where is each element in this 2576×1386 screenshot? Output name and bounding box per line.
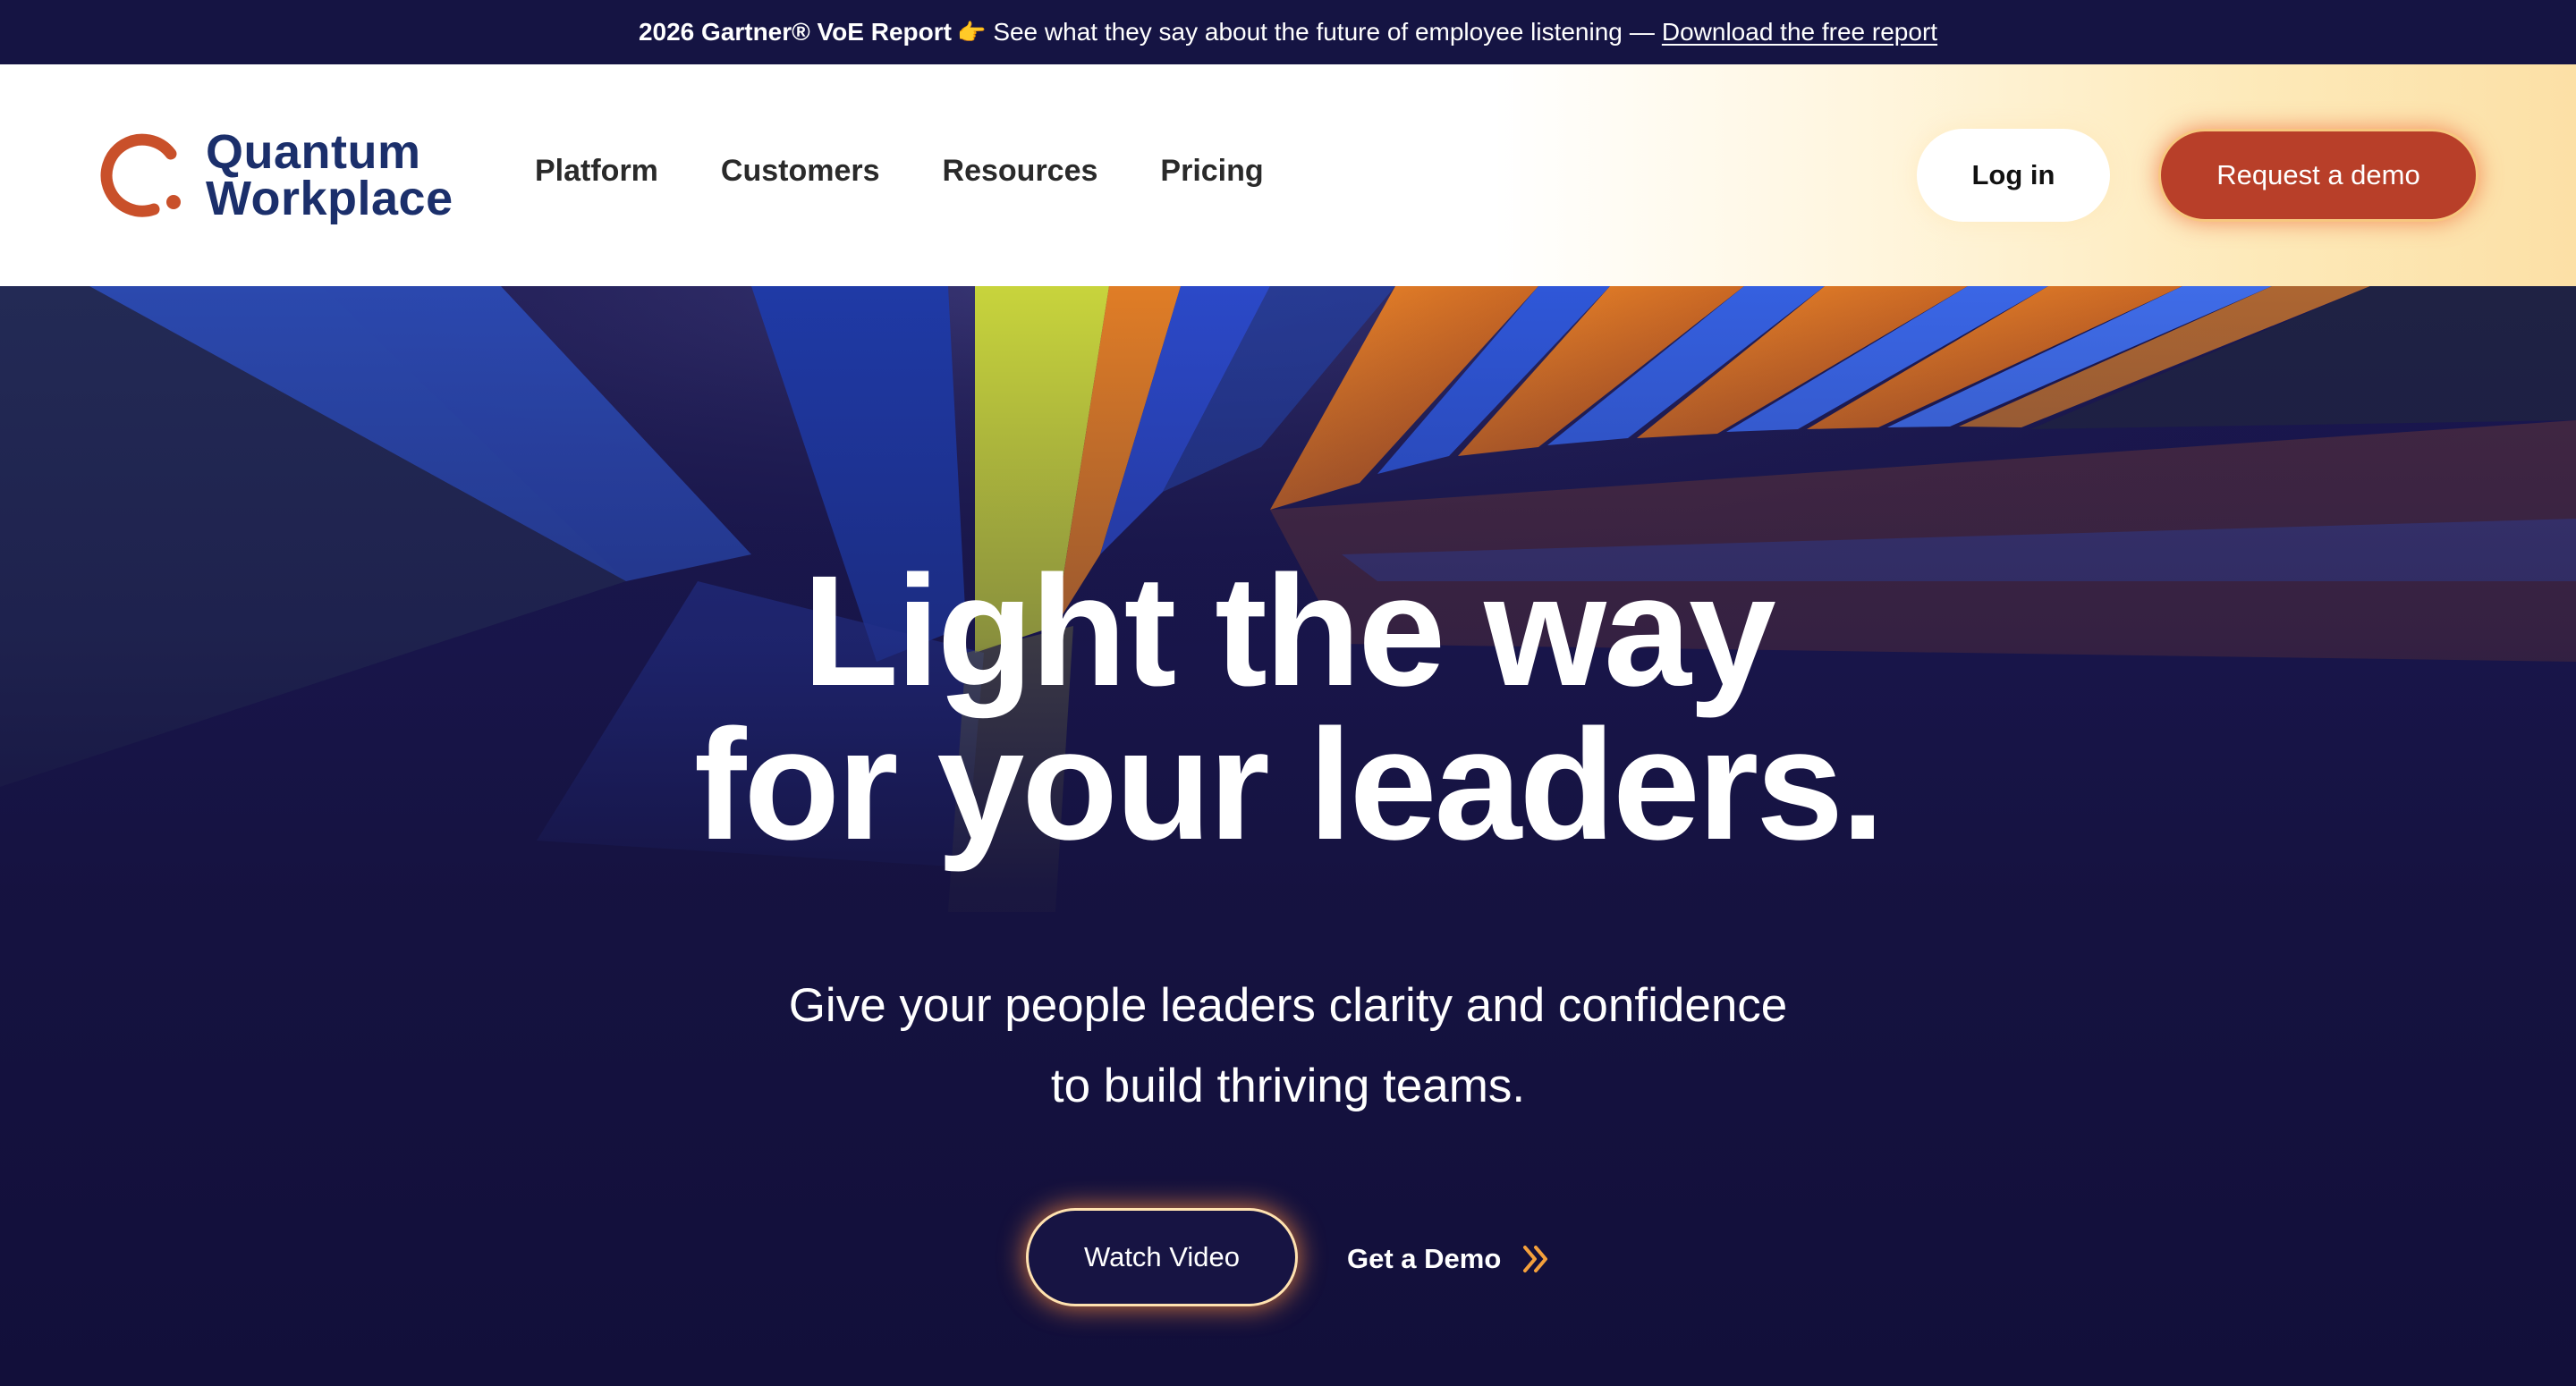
get-a-demo-label: Get a Demo xyxy=(1347,1243,1502,1274)
hero-sub-line1: Give your people leaders clarity and con… xyxy=(788,979,1788,1032)
announcement-text: See what they say about the future of em… xyxy=(993,18,1623,46)
nav-item-customers[interactable]: Customers xyxy=(721,154,880,189)
hero-headline: Light the way for your leaders. xyxy=(0,544,2576,873)
hero-subheadline: Give your people leaders clarity and con… xyxy=(0,966,2576,1127)
request-demo-button[interactable]: Request a demo xyxy=(2158,129,2479,222)
hero-section: Light the way for your leaders. Give you… xyxy=(0,286,2576,1386)
hero-headline-line2: for your leaders. xyxy=(693,697,1885,873)
hero-headline-line1: Light the way xyxy=(802,544,1776,719)
announcement-title: 2026 Gartner® VoE Report xyxy=(638,18,952,46)
download-report-link[interactable]: Download the free report xyxy=(1662,18,1937,46)
nav-item-resources[interactable]: Resources xyxy=(943,154,1098,189)
announcement-bar: 2026 Gartner® VoE Report 👉 See what they… xyxy=(0,0,2576,64)
brand-wordmark: Quantum Workplace xyxy=(206,125,453,225)
brand-logo[interactable]: Quantum Workplace xyxy=(100,122,458,229)
double-chevron-right-icon xyxy=(1523,1246,1548,1272)
brand-name-line2: Workplace xyxy=(206,172,453,225)
pointing-hand-icon: 👉 xyxy=(956,18,987,46)
nav-item-platform[interactable]: Platform xyxy=(535,154,658,189)
watch-video-button[interactable]: Watch Video xyxy=(1026,1208,1298,1306)
nav-item-pricing[interactable]: Pricing xyxy=(1160,154,1263,189)
login-button[interactable]: Log in xyxy=(1917,129,2110,222)
hero-sub-line2: to build thriving teams. xyxy=(1050,1060,1526,1112)
quantum-logo-icon xyxy=(100,133,181,217)
announcement-separator: — xyxy=(1629,18,1655,46)
get-a-demo-link[interactable]: Get a Demo xyxy=(1347,1239,1551,1279)
main-nav: Platform Customers Resources Pricing xyxy=(535,154,1264,189)
brand-name-line1: Quantum xyxy=(206,125,421,179)
